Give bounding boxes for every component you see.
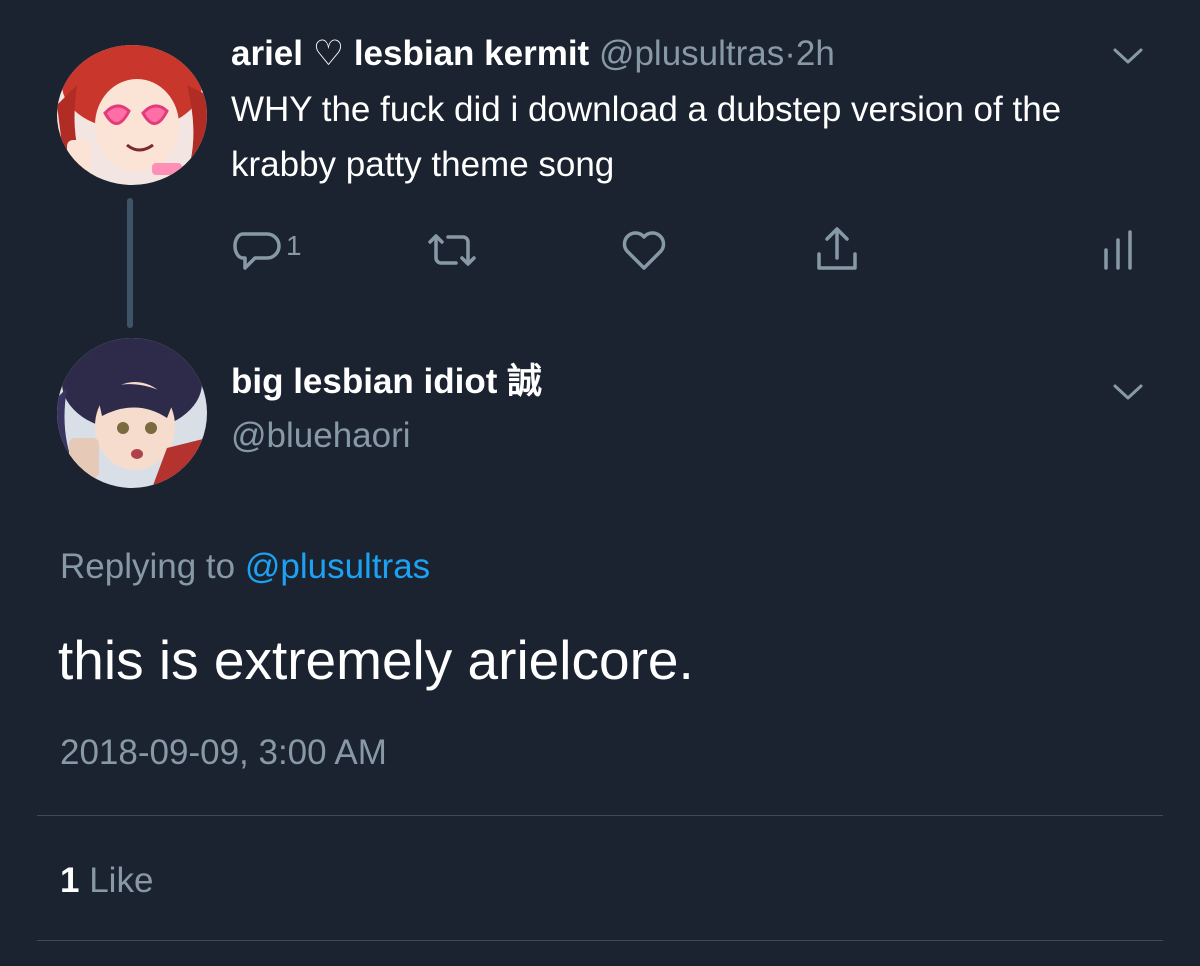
time-ago[interactable]: 2h <box>796 34 835 73</box>
divider <box>37 815 1163 816</box>
avatar-image <box>57 45 207 185</box>
analytics-icon[interactable] <box>1100 228 1136 272</box>
tweet-text: this is extremely arielcore. <box>58 629 694 691</box>
like-icon[interactable] <box>620 228 668 272</box>
reply-count: 1 <box>286 230 302 261</box>
avatar-image <box>57 338 207 488</box>
retweet-icon[interactable] <box>424 228 480 272</box>
replying-to-line: Replying to @plusultras <box>60 542 430 592</box>
avatar-bluehaori[interactable] <box>57 338 207 488</box>
handle[interactable]: @plusultras <box>599 34 784 73</box>
share-icon[interactable] <box>813 224 861 274</box>
tweet-detail-screen: ariel ♡ lesbian kermit @plusultras·2h WH… <box>0 0 1200 966</box>
tweet-text: WHY the fuck did i download a dubstep ve… <box>231 90 1062 184</box>
display-name[interactable]: big lesbian idiot 誠 <box>231 358 542 406</box>
avatar-plusultras[interactable] <box>57 45 207 185</box>
display-name[interactable]: ariel ♡ lesbian kermit <box>231 34 589 73</box>
separator-dot: · <box>784 34 796 73</box>
reply-icon[interactable] <box>233 228 283 272</box>
chevron-down-icon[interactable] <box>1112 46 1144 66</box>
divider <box>37 940 1163 941</box>
like-label: Like <box>89 861 154 900</box>
thread-connector-line <box>127 198 133 328</box>
tweet-header: ariel ♡ lesbian kermit @plusultras·2h <box>231 30 835 78</box>
like-count: 1 <box>60 861 80 900</box>
handle[interactable]: @bluehaori <box>231 412 411 460</box>
replying-to-label: Replying to <box>60 547 236 586</box>
replying-to-handle-link[interactable]: @plusultras <box>245 547 430 586</box>
tweet-timestamp[interactable]: 2018-09-09, 3:00 AM <box>60 728 387 778</box>
likes-summary[interactable]: 1 Like <box>60 856 153 906</box>
chevron-down-icon[interactable] <box>1112 382 1144 402</box>
